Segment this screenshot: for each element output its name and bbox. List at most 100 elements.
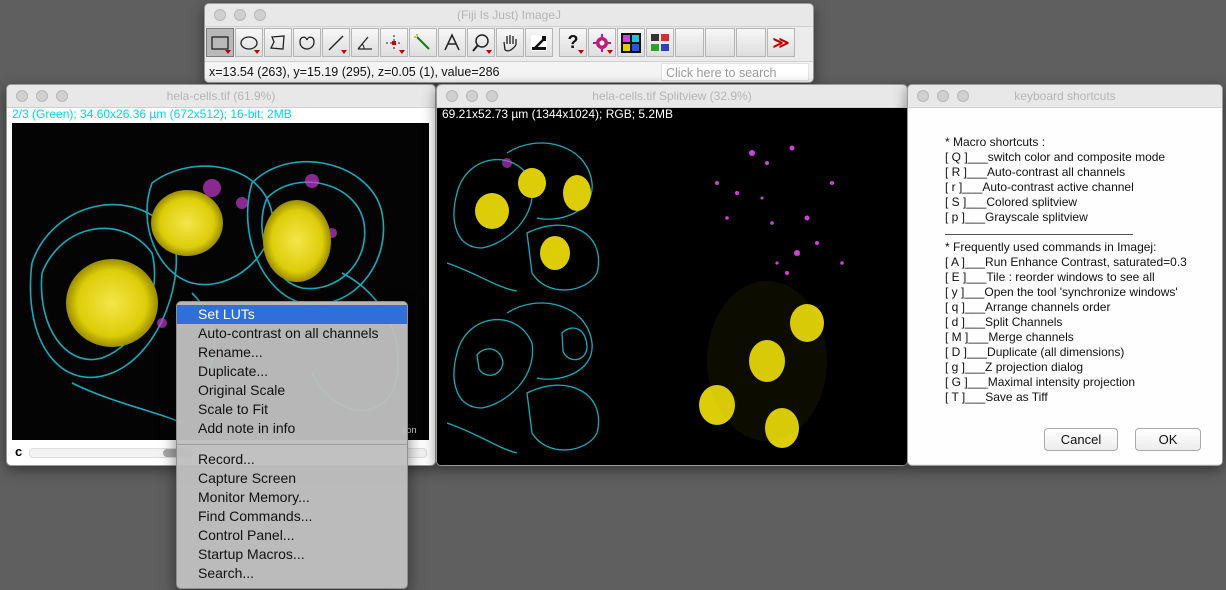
ok-button[interactable]: OK bbox=[1135, 428, 1201, 451]
imagej-title: (Fiji Is Just) ImageJ bbox=[456, 8, 561, 22]
menu-item-search[interactable]: Search... bbox=[177, 564, 407, 583]
freehand-select-icon bbox=[299, 36, 315, 50]
menu-separator bbox=[177, 444, 407, 445]
close-window-button[interactable] bbox=[214, 9, 226, 21]
dropper-icon bbox=[531, 34, 547, 51]
menu-item-original-scale[interactable]: Original Scale bbox=[177, 381, 407, 400]
splitview-canvas[interactable] bbox=[437, 123, 907, 465]
menu-item-record[interactable]: Record... bbox=[177, 450, 407, 469]
menu-item-find-commands[interactable]: Find Commands... bbox=[177, 507, 407, 526]
splitview-titlebar[interactable]: hela-cells.tif Splitview (32.9%) bbox=[437, 85, 907, 108]
empty-tool-slot-2[interactable] bbox=[705, 28, 735, 57]
shortcut-line: [ E ]___Tile : reorder windows to see al… bbox=[945, 270, 1155, 284]
polygon-select-icon bbox=[269, 34, 285, 50]
zoom-window-button[interactable] bbox=[957, 90, 969, 102]
splitview-title: hela-cells.tif Splitview (32.9%) bbox=[592, 89, 752, 103]
wand-tool-icon bbox=[414, 33, 430, 50]
context-menu: Set LUTs Auto-contrast on all channels R… bbox=[176, 301, 408, 589]
shortcut-line: * Frequently used commands in Imagej: bbox=[945, 240, 1157, 254]
minimize-window-button[interactable] bbox=[234, 9, 246, 21]
shortcut-line: [ G ]___Maximal intensity projection bbox=[945, 375, 1136, 389]
menu-item-control-panel[interactable]: Control Panel... bbox=[177, 526, 407, 545]
shortcut-line: [ R ]___Auto-contrast all channels bbox=[945, 165, 1126, 179]
imagej-main-window: (Fiji Is Just) ImageJ ? ≫ x=13.54 (263),… bbox=[204, 3, 814, 83]
menu-item-monitor-memory[interactable]: Monitor Memory... bbox=[177, 488, 407, 507]
shortcut-line: [ g ]___Z projection dialog bbox=[945, 360, 1084, 374]
minimize-window-button[interactable] bbox=[466, 90, 478, 102]
shortcut-line: [ q ]___Arrange channels order bbox=[945, 300, 1111, 314]
image-info-line: 2/3 (Green); 34.60x26.36 µm (672x512); 1… bbox=[12, 107, 292, 121]
imagej-titlebar[interactable]: (Fiji Is Just) ImageJ bbox=[205, 4, 813, 27]
angle-tool-icon bbox=[357, 36, 372, 50]
close-window-button[interactable] bbox=[446, 90, 458, 102]
menu-item-startup-macros[interactable]: Startup Macros... bbox=[177, 545, 407, 564]
menu-item-add-note[interactable]: Add note in info bbox=[177, 419, 407, 438]
more-tools-button[interactable]: ≫ bbox=[767, 28, 795, 57]
shortcut-line: * Macro shortcuts : bbox=[945, 135, 1046, 149]
shortcut-line: [ A ]___Run Enhance Contrast, saturated=… bbox=[945, 255, 1187, 269]
wand-tool[interactable] bbox=[409, 28, 437, 57]
status-bar: x=13.54 (263), y=15.19 (295), z=0.05 (1)… bbox=[205, 61, 813, 82]
splitview-window: hela-cells.tif Splitview (32.9%) 69.21x5… bbox=[436, 84, 908, 466]
cancel-button[interactable]: Cancel bbox=[1044, 428, 1118, 451]
more-tools-icon: ≫ bbox=[772, 34, 790, 52]
point-tool[interactable] bbox=[380, 28, 408, 57]
line-tool[interactable] bbox=[322, 28, 350, 57]
shortcut-line: [ p ]___Grayscale splitview bbox=[945, 210, 1088, 224]
search-field[interactable]: Click here to search bbox=[661, 63, 809, 81]
status-coordinates: x=13.54 (263), y=15.19 (295), z=0.05 (1)… bbox=[209, 65, 500, 79]
empty-tool-slot-1[interactable] bbox=[675, 28, 704, 57]
empty-tool-slot-3[interactable] bbox=[736, 28, 766, 57]
shortcut-line: [ T ]___Save as Tiff bbox=[945, 390, 1048, 404]
zoom-window-button[interactable] bbox=[486, 90, 498, 102]
stacks-menu-icon bbox=[651, 33, 669, 51]
splitview-image bbox=[437, 123, 907, 465]
close-window-button[interactable] bbox=[16, 90, 28, 102]
hand-tool[interactable] bbox=[496, 28, 524, 57]
oval-select-tool[interactable] bbox=[235, 28, 263, 57]
close-window-button[interactable] bbox=[917, 90, 929, 102]
minimize-window-button[interactable] bbox=[937, 90, 949, 102]
help-tool[interactable]: ? bbox=[559, 28, 587, 57]
shortcuts-titlebar[interactable]: keyboard shortcuts bbox=[908, 85, 1222, 108]
menu-item-duplicate[interactable]: Duplicate... bbox=[177, 362, 407, 381]
text-tool-icon bbox=[444, 32, 460, 50]
hand-tool-icon bbox=[503, 34, 517, 51]
keyboard-shortcuts-window: keyboard shortcuts * Macro shortcuts : [… bbox=[907, 84, 1223, 466]
zoom-window-button[interactable] bbox=[254, 9, 266, 21]
magnifier-tool[interactable] bbox=[467, 28, 495, 57]
hela-cells-title: hela-cells.tif (61.9%) bbox=[166, 89, 276, 103]
dropper-tool[interactable] bbox=[525, 28, 553, 57]
menu-item-rename[interactable]: Rename... bbox=[177, 343, 407, 362]
shortcuts-title: keyboard shortcuts bbox=[1014, 89, 1116, 103]
developer-menu-tool[interactable] bbox=[588, 28, 616, 57]
rectangle-select-tool[interactable] bbox=[206, 28, 234, 57]
freehand-select-tool[interactable] bbox=[293, 28, 321, 57]
shortcut-line: [ M ]___Merge channels bbox=[945, 330, 1074, 344]
polygon-select-tool[interactable] bbox=[264, 28, 292, 57]
menu-item-auto-contrast[interactable]: Auto-contrast on all channels bbox=[177, 324, 407, 343]
toolbar: ? ≫ bbox=[205, 27, 813, 60]
hela-cells-titlebar[interactable]: hela-cells.tif (61.9%) bbox=[7, 85, 435, 108]
zoom-window-button[interactable] bbox=[56, 90, 68, 102]
help-question-icon: ? bbox=[567, 32, 579, 52]
minimize-window-button[interactable] bbox=[36, 90, 48, 102]
menu-item-set-luts[interactable]: Set LUTs bbox=[177, 305, 407, 324]
shortcut-line: [ S ]___Colored splitview bbox=[945, 195, 1078, 209]
stacks-menu-tool[interactable] bbox=[646, 28, 674, 57]
menu-item-capture-screen[interactable]: Capture Screen bbox=[177, 469, 407, 488]
shortcut-line: [ d ]___Split Channels bbox=[945, 315, 1063, 329]
shortcuts-body: * Macro shortcuts : [ Q ]___switch color… bbox=[908, 108, 1222, 464]
lut-menu-tool[interactable] bbox=[617, 28, 645, 57]
channel-slider-label: c bbox=[15, 444, 23, 459]
angle-tool[interactable] bbox=[351, 28, 379, 57]
shortcut-line: [ y ]___Open the tool 'synchronize windo… bbox=[945, 285, 1178, 299]
splitview-info-line: 69.21x52.73 µm (1344x1024); RGB; 5.2MB bbox=[442, 107, 674, 121]
menu-item-scale-to-fit[interactable]: Scale to Fit bbox=[177, 400, 407, 419]
shortcut-line: [ r ]___Auto-contrast active channel bbox=[945, 180, 1134, 194]
shortcut-divider bbox=[945, 234, 1133, 235]
lut-menu-icon bbox=[621, 32, 641, 53]
shortcut-line: [ D ]___Duplicate (all dimensions) bbox=[945, 345, 1125, 359]
text-tool[interactable] bbox=[438, 28, 466, 57]
shortcut-line: [ Q ]___switch color and composite mode bbox=[945, 150, 1166, 164]
